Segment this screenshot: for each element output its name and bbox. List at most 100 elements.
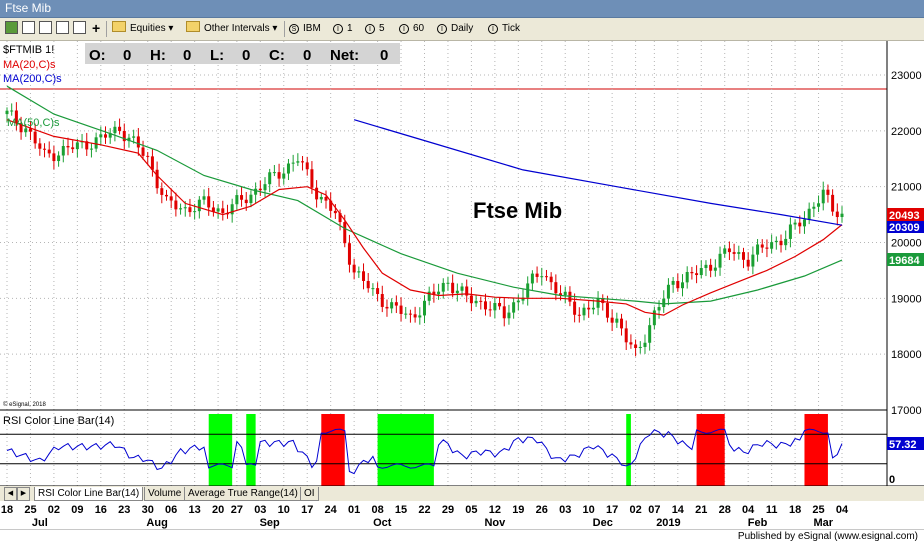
last-price-label: 20493 [889,210,920,222]
x-month-label: Mar [813,517,833,529]
rsi-oversold-zone [246,414,256,486]
price-bar-body [638,346,642,348]
price-bar-body [798,222,802,227]
x-tick-label: 11 [766,504,778,516]
price-bar-body [718,253,722,268]
tab-first-icon[interactable]: ◀ [4,487,17,501]
price-bar-body [33,131,37,144]
price-bar-body [615,318,619,323]
ma200-label: MA(200,C)s [3,73,62,85]
price-bar-body [793,222,797,225]
price-bar-body [132,136,136,138]
price-bar-body [169,196,173,201]
price-bar-body [404,313,408,315]
price-bar-body [488,309,492,311]
price-bar-body [760,244,764,248]
tab-rsi[interactable]: RSI Color Line Bar(14) [34,487,144,501]
price-bar-body [258,188,262,191]
price-bar-body [89,148,93,150]
ohlc-close-label: C: [269,47,285,64]
price-bar-body [164,194,168,197]
price-bar-body [104,134,108,138]
price-bar-body [648,325,652,343]
price-bar-body [66,146,70,148]
price-bar-body [352,264,356,273]
price-bar-body [483,301,487,310]
price-bar-body [666,284,670,299]
price-bar-body [723,248,727,254]
ohlc-low-value: 0 [242,47,250,64]
x-tick-label: 18 [1,504,13,516]
price-bar-body [408,313,412,315]
x-tick-label: 17 [301,504,313,516]
price-bar-body [732,252,736,254]
price-bar-body [441,282,445,292]
price-bar-body [662,298,666,308]
price-bar-body [577,314,581,316]
y-tick-label: 19000 [891,293,922,305]
price-bar-body [474,300,478,304]
tab-volume[interactable]: Volume [144,487,186,501]
price-bar-body [75,142,79,150]
rsi-oversold-zone [377,414,434,486]
price-bar-body [727,248,731,253]
price-bar-body [681,282,685,289]
price-bar-body [423,300,426,316]
x-tick-label: 25 [24,504,36,516]
ma200-value-label: 20309 [889,222,920,234]
price-bar-body [812,206,816,209]
rsi-value-label: 57.32 [889,439,917,451]
price-bar-body [507,312,511,319]
price-bar-body [362,271,366,281]
price-bar-body [610,317,614,323]
price-bar-body [817,203,821,207]
price-bar-body [713,267,717,271]
rsi-oversold-zone [626,414,631,486]
price-bar-body [333,210,337,214]
price-bar-body [741,252,745,260]
x-month-label: Jul [32,517,48,529]
price-bar-body [150,156,154,170]
price-bar-body [469,295,473,304]
price-bar-body [516,300,520,303]
price-bar-body [272,172,276,174]
price-bar-body [784,238,788,246]
price-bar-body [183,207,187,209]
ma20-label: MA(20,C)s [3,59,56,71]
tab-oi[interactable]: OI [300,487,319,501]
ohlc-open-label: O: [89,47,106,64]
price-bar-body [826,189,830,195]
tab-atr[interactable]: Average True Range(14) [184,487,302,501]
x-tick-label: 27 [231,504,243,516]
price-bar-body [498,302,502,307]
x-tick-label: 16 [95,504,107,516]
x-tick-label: 01 [348,504,360,516]
x-tick-label: 05 [465,504,477,516]
price-bar-body [746,259,750,267]
price-bar-body [113,126,117,134]
price-bar-body [99,134,103,138]
price-bar-body [94,137,98,149]
price-chart[interactable]: 23000220002100020000190001800017000 $FTM… [0,0,924,545]
x-month-label: Feb [748,517,768,529]
price-bar-body [57,155,61,162]
ma50-label: MA(50,C)s [7,117,60,129]
x-tick-label: 08 [371,504,383,516]
price-bar-body [319,196,323,200]
price-bar-body [413,314,417,318]
price-bar-body [591,307,595,310]
price-bar-body [540,276,544,278]
x-tick-label: 04 [742,504,755,516]
price-bar-body [399,305,403,314]
price-bar-body [380,294,384,307]
price-bar-body [835,211,839,218]
price-bar-body [770,242,774,249]
y-tick-label: 22000 [891,126,922,138]
tab-next-icon[interactable]: ▶ [17,487,30,501]
price-bar-body [324,196,328,201]
ma50-value-label: 19684 [889,255,920,267]
price-bar-body [549,276,553,283]
price-bar-body [394,302,398,306]
price-bar-body [802,219,806,227]
price-bar-body [371,288,375,290]
